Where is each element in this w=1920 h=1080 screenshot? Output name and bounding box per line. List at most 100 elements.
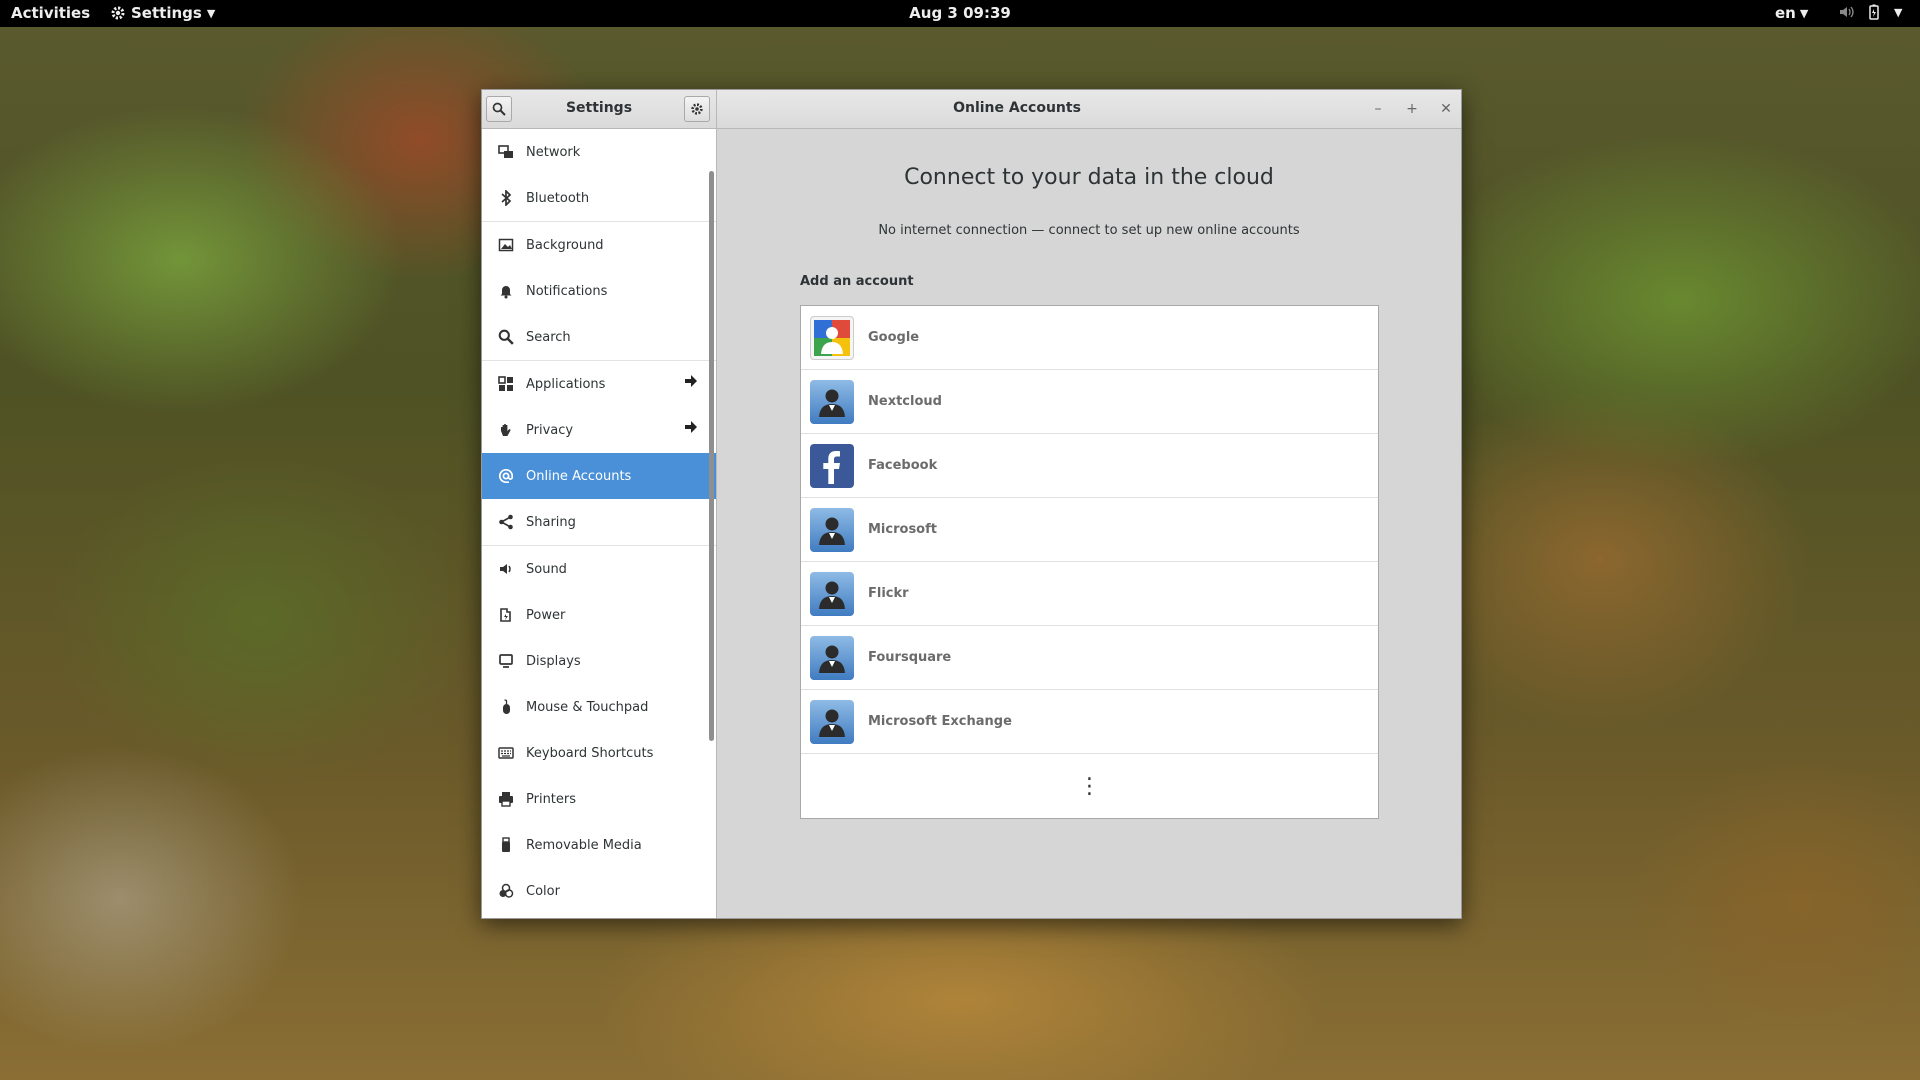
sidebar-title: Settings bbox=[565, 100, 633, 116]
hand-icon bbox=[496, 420, 516, 440]
provider-label: Facebook bbox=[868, 458, 938, 473]
search-icon bbox=[496, 327, 516, 347]
add-account-heading: Add an account bbox=[800, 274, 914, 289]
panel-title: Online Accounts bbox=[953, 100, 1081, 116]
at-icon bbox=[496, 466, 516, 486]
sidebar: Network Bluetooth Background Notificatio… bbox=[482, 129, 717, 918]
provider-microsoft[interactable]: Microsoft bbox=[801, 498, 1378, 562]
clock[interactable]: Aug 3 09:39 bbox=[909, 4, 1011, 22]
close-button[interactable]: ✕ bbox=[1436, 99, 1456, 119]
provider-label: Google bbox=[868, 330, 920, 345]
sidebar-item-displays[interactable]: Displays bbox=[482, 638, 716, 684]
sidebar-item-search[interactable]: Search bbox=[482, 314, 716, 360]
sidebar-item-sharing[interactable]: Sharing bbox=[482, 499, 716, 545]
sidebar-item-label: Printers bbox=[526, 791, 577, 807]
provider-microsoft-exchange[interactable]: Microsoft Exchange bbox=[801, 690, 1378, 754]
primary-menu-button[interactable] bbox=[684, 96, 710, 122]
sidebar-item-privacy[interactable]: Privacy bbox=[482, 407, 716, 453]
provider-nextcloud[interactable]: Nextcloud bbox=[801, 370, 1378, 434]
sidebar-item-network[interactable]: Network bbox=[482, 129, 716, 175]
close-icon: ✕ bbox=[1440, 101, 1452, 117]
sidebar-item-label: Mouse & Touchpad bbox=[526, 699, 649, 715]
sidebar-item-printers[interactable]: Printers bbox=[482, 776, 716, 822]
user-avatar-icon bbox=[810, 571, 854, 616]
sidebar-item-power[interactable]: Power bbox=[482, 592, 716, 638]
sidebar-item-label: Background bbox=[526, 237, 604, 253]
speaker-icon bbox=[496, 559, 516, 579]
sidebar-item-label: Bluetooth bbox=[526, 190, 590, 206]
search-button[interactable] bbox=[486, 96, 512, 122]
more-providers-button[interactable]: ⋮ bbox=[801, 754, 1378, 818]
bell-icon bbox=[496, 281, 516, 301]
online-accounts-panel: Connect to your data in the cloud No int… bbox=[717, 129, 1461, 918]
grid-icon bbox=[496, 374, 516, 394]
maximize-icon: + bbox=[1406, 101, 1418, 117]
settings-window: Settings Online Accounts – + ✕ Network B… bbox=[481, 89, 1462, 919]
more-vertical-icon: ⋮ bbox=[1078, 773, 1101, 799]
app-menu-button[interactable]: Settings ▼ bbox=[110, 4, 215, 22]
user-avatar-icon bbox=[810, 635, 854, 680]
sidebar-item-keyboard-shortcuts[interactable]: Keyboard Shortcuts bbox=[482, 730, 716, 776]
sidebar-scrollbar[interactable] bbox=[709, 171, 714, 741]
chevron-down-icon: ▼ bbox=[206, 6, 216, 20]
user-avatar-icon bbox=[810, 379, 854, 424]
power-icon bbox=[496, 605, 516, 625]
provider-label: Foursquare bbox=[868, 650, 952, 665]
provider-facebook[interactable]: Facebook bbox=[801, 434, 1378, 498]
sidebar-item-label: Power bbox=[526, 607, 566, 623]
keyboard-icon bbox=[496, 743, 516, 763]
sidebar-item-online-accounts[interactable]: Online Accounts bbox=[482, 453, 716, 499]
usb-icon bbox=[496, 835, 516, 855]
volume-icon bbox=[1840, 6, 1854, 18]
maximize-button[interactable]: + bbox=[1402, 99, 1422, 119]
chevron-down-icon: ▼ bbox=[1894, 5, 1903, 19]
top-bar: Activities Settings ▼ Aug 3 09:39 en ▼ ▼ bbox=[0, 0, 1920, 27]
account-provider-list: Google Nextcloud Facebook Microsoft Flic… bbox=[800, 305, 1379, 819]
sidebar-item-label: Sharing bbox=[526, 514, 576, 530]
sidebar-item-label: Displays bbox=[526, 653, 581, 669]
minimize-button[interactable]: – bbox=[1368, 99, 1388, 119]
network-icon bbox=[496, 142, 516, 162]
provider-foursquare[interactable]: Foursquare bbox=[801, 626, 1378, 690]
sidebar-item-applications[interactable]: Applications bbox=[482, 361, 716, 407]
sidebar-item-label: Applications bbox=[526, 376, 606, 392]
sidebar-item-label: Color bbox=[526, 883, 560, 899]
provider-google[interactable]: Google bbox=[801, 306, 1378, 370]
sidebar-item-sound[interactable]: Sound bbox=[482, 546, 716, 592]
sidebar-item-bluetooth[interactable]: Bluetooth bbox=[482, 175, 716, 221]
sidebar-item-label: Search bbox=[526, 329, 571, 345]
google-icon bbox=[810, 315, 854, 360]
activities-button[interactable]: Activities bbox=[11, 4, 90, 22]
background-icon bbox=[496, 235, 516, 255]
search-icon bbox=[492, 102, 506, 116]
sidebar-item-label: Keyboard Shortcuts bbox=[526, 745, 654, 761]
sidebar-header: Settings bbox=[482, 90, 717, 128]
sidebar-item-color[interactable]: Color bbox=[482, 868, 716, 914]
connection-warning: No internet connection — connect to set … bbox=[878, 223, 1300, 238]
language-indicator[interactable]: en ▼ bbox=[1775, 4, 1808, 22]
user-avatar-icon bbox=[810, 507, 854, 552]
app-menu-label: Settings bbox=[131, 4, 202, 22]
sidebar-item-label: Privacy bbox=[526, 422, 574, 438]
provider-flickr[interactable]: Flickr bbox=[801, 562, 1378, 626]
share-icon bbox=[496, 512, 516, 532]
sidebar-item-label: Removable Media bbox=[526, 837, 642, 853]
minimize-icon: – bbox=[1374, 101, 1382, 117]
sidebar-item-mouse-touchpad[interactable]: Mouse & Touchpad bbox=[482, 684, 716, 730]
printer-icon bbox=[496, 789, 516, 809]
provider-label: Microsoft bbox=[868, 522, 937, 537]
gear-icon bbox=[111, 6, 125, 20]
mouse-icon bbox=[496, 697, 516, 717]
facebook-icon bbox=[810, 443, 854, 488]
sidebar-item-removable-media[interactable]: Removable Media bbox=[482, 822, 716, 868]
display-icon bbox=[496, 651, 516, 671]
sidebar-item-background[interactable]: Background bbox=[482, 222, 716, 268]
arrow-right-icon bbox=[684, 374, 698, 392]
sidebar-item-label: Notifications bbox=[526, 283, 608, 299]
language-label: en bbox=[1775, 4, 1796, 22]
arrow-right-icon bbox=[684, 420, 698, 438]
battery-icon bbox=[1869, 4, 1879, 20]
header-bar: Settings Online Accounts – + ✕ bbox=[482, 90, 1461, 129]
sidebar-item-notifications[interactable]: Notifications bbox=[482, 268, 716, 314]
system-status-menu[interactable]: ▼ bbox=[1838, 4, 1902, 20]
